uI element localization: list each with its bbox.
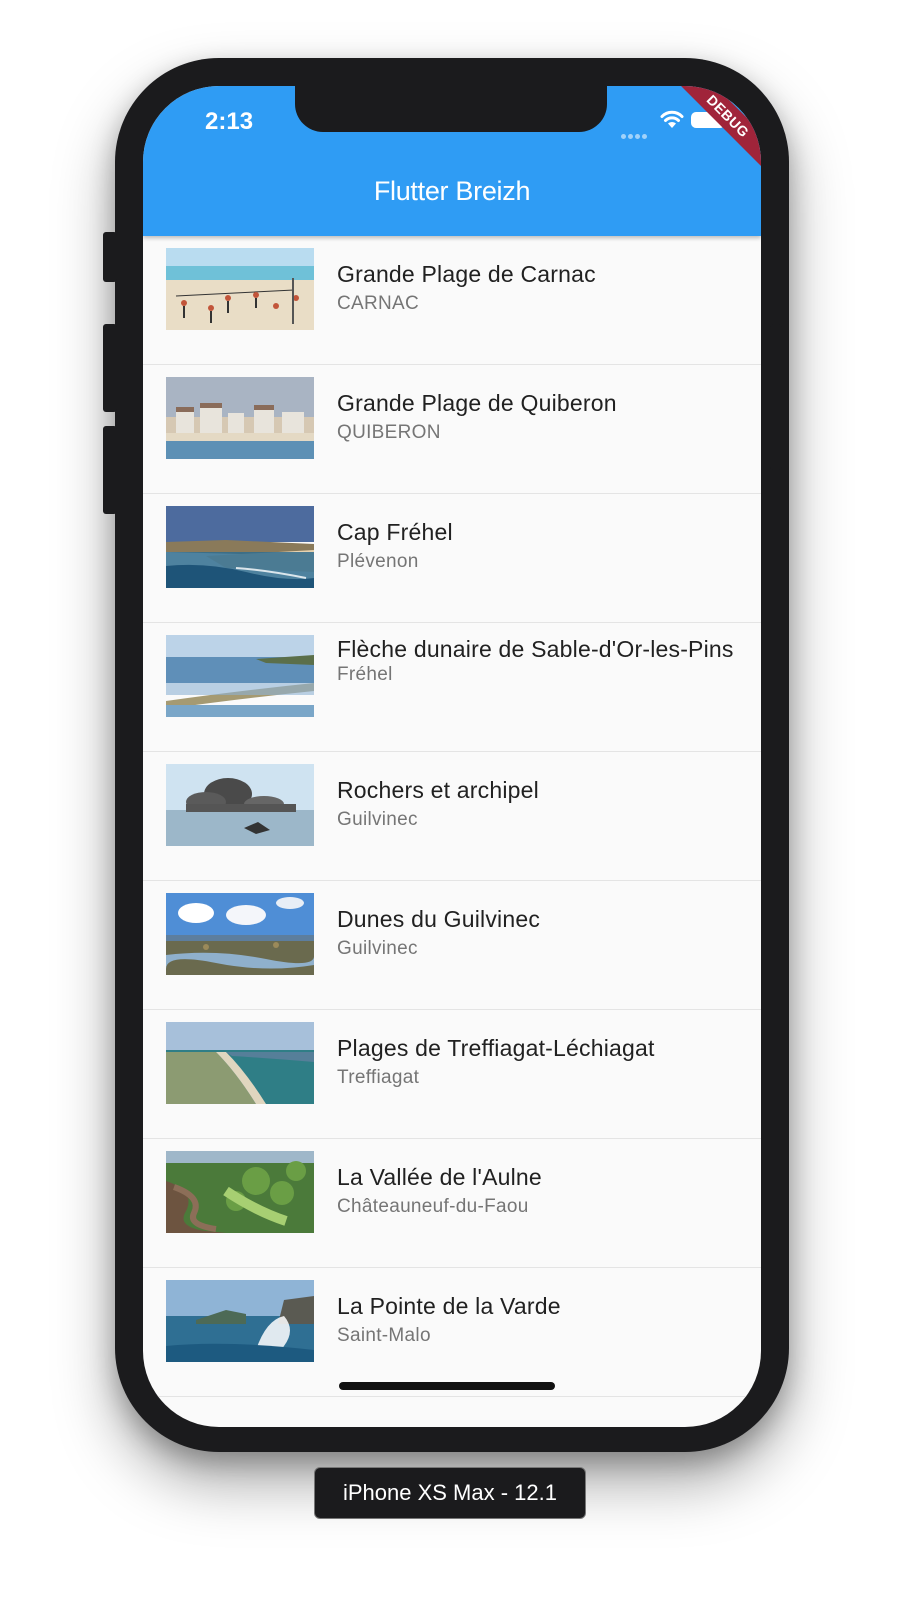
place-thumbnail [166, 248, 314, 330]
list-item[interactable]: Plages de Treffiagat-Léchiagat Treffiaga… [143, 1010, 761, 1139]
notch [295, 86, 607, 132]
place-title: Plages de Treffiagat-Léchiagat [337, 1035, 655, 1061]
home-indicator[interactable] [339, 1382, 555, 1390]
place-title: Grande Plage de Carnac [337, 261, 596, 287]
wifi-icon [660, 110, 684, 128]
place-thumbnail [166, 1280, 314, 1362]
device-label: iPhone XS Max - 12.1 [314, 1467, 586, 1519]
debug-banner: DEBUG [659, 86, 761, 185]
app-bar-title: Flutter Breizh [373, 176, 531, 206]
list-item[interactable]: Grande Plage de Quiberon QUIBERON [143, 365, 761, 494]
volume-down-button [103, 426, 117, 514]
place-thumbnail [166, 506, 314, 588]
place-subtitle: QUIBERON [337, 422, 441, 443]
list-item[interactable]: Flèche dunaire de Sable-d'Or-les-Pins Fr… [143, 623, 761, 752]
list-item[interactable]: La Vallée de l'Aulne Châteauneuf-du-Faou [143, 1139, 761, 1268]
place-subtitle: Fréhel [337, 664, 393, 685]
place-title: Flèche dunaire de Sable-d'Or-les-Pins [337, 636, 734, 662]
status-time: 2:13 [205, 108, 254, 135]
place-thumbnail [166, 1151, 314, 1233]
screen: 2:13 DEBUG Flutter Breizh Grande Plage d… [143, 86, 761, 1427]
list-item[interactable]: Rochers et archipel Guilvinec [143, 752, 761, 881]
list-item[interactable]: Dunes du Guilvinec Guilvinec [143, 881, 761, 1010]
places-list: Grande Plage de Carnac CARNAC Grande Pla… [143, 236, 761, 1397]
place-subtitle: Saint-Malo [337, 1325, 431, 1346]
app-bar: 2:13 DEBUG Flutter Breizh [143, 86, 761, 236]
place-thumbnail [166, 893, 314, 975]
place-title: Rochers et archipel [337, 777, 539, 803]
place-thumbnail [166, 377, 314, 459]
place-subtitle: Plévenon [337, 551, 419, 572]
place-subtitle: CARNAC [337, 293, 420, 314]
place-title: Cap Fréhel [337, 519, 453, 545]
place-subtitle: Châteauneuf-du-Faou [337, 1196, 529, 1217]
list-item[interactable]: Cap Fréhel Plévenon [143, 494, 761, 623]
volume-up-button [103, 324, 117, 412]
place-thumbnail [166, 764, 314, 846]
silent-switch [103, 232, 117, 282]
list-item[interactable]: La Pointe de la Varde Saint-Malo [143, 1268, 761, 1397]
signal-icon [621, 126, 649, 144]
place-title: La Vallée de l'Aulne [337, 1164, 542, 1190]
list-item[interactable]: Grande Plage de Carnac CARNAC [143, 236, 761, 365]
power-button [770, 324, 782, 470]
place-subtitle: Guilvinec [337, 938, 418, 959]
place-subtitle: Treffiagat [337, 1067, 420, 1088]
place-title: La Pointe de la Varde [337, 1293, 561, 1319]
place-title: Grande Plage de Quiberon [337, 390, 617, 416]
place-thumbnail [166, 635, 314, 717]
place-title: Dunes du Guilvinec [337, 906, 541, 932]
place-subtitle: Guilvinec [337, 809, 418, 830]
place-thumbnail [166, 1022, 314, 1104]
